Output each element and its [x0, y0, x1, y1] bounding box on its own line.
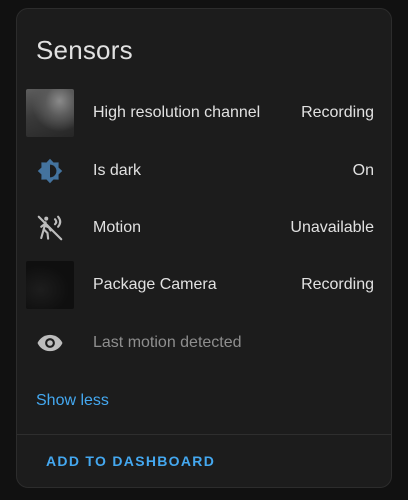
entity-name: High resolution channel — [93, 104, 261, 121]
entity-state: On — [352, 162, 374, 179]
entity-name: Is dark — [93, 162, 142, 179]
card-title: Sensors — [36, 35, 133, 65]
entity-name: Motion — [93, 219, 142, 236]
entity-state: Unavailable — [290, 219, 374, 236]
entity-name: Last motion detected — [93, 334, 242, 351]
entity-row-is-dark[interactable]: Is dark On — [17, 145, 391, 197]
brightness-icon — [26, 147, 74, 195]
entity-row-high-resolution-channel[interactable]: High resolution channel Recording — [17, 87, 391, 139]
add-to-dashboard-button[interactable]: ADD TO DASHBOARD — [46, 453, 215, 469]
sensors-card: Sensors High resolution channel Recordin… — [16, 8, 392, 488]
divider — [17, 434, 391, 435]
entity-row-package-camera[interactable]: Package Camera Recording — [17, 259, 391, 311]
entity-state: Recording — [301, 104, 374, 121]
eye-icon — [26, 319, 74, 367]
entity-row-last-motion-detected[interactable]: Last motion detected — [17, 317, 391, 369]
entity-name: Package Camera — [93, 276, 217, 293]
camera-thumbnail — [26, 261, 74, 309]
entity-state: Recording — [301, 276, 374, 293]
motion-sensor-off-icon — [26, 204, 74, 252]
entity-row-motion[interactable]: Motion Unavailable — [17, 202, 391, 254]
show-less-link[interactable]: Show less — [36, 392, 109, 410]
camera-thumbnail — [26, 89, 74, 137]
